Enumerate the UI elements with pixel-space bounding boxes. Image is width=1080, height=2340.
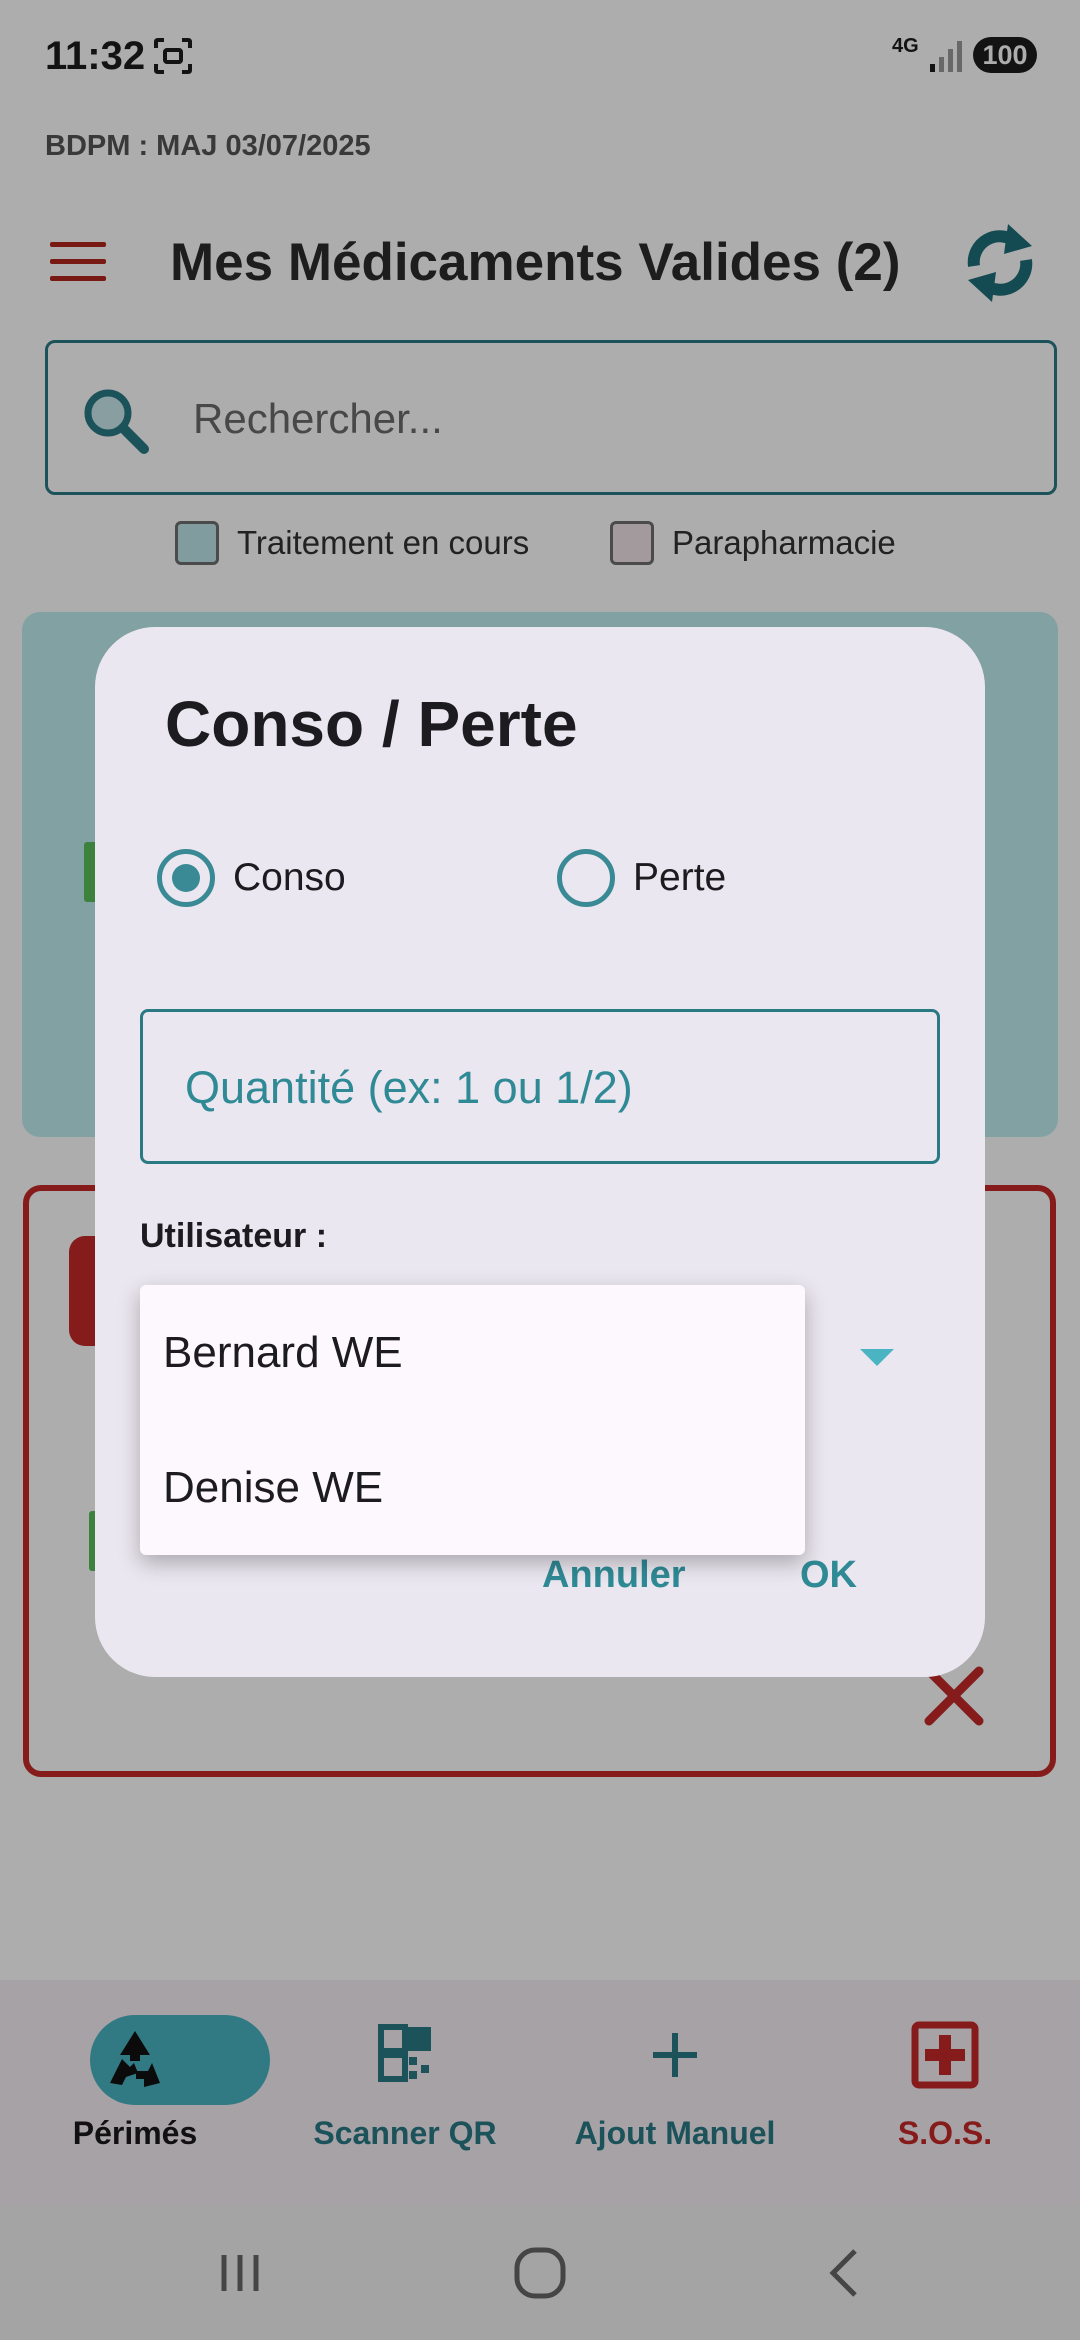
ok-button[interactable]: OK bbox=[800, 1554, 857, 1614]
radio-conso-button[interactable] bbox=[157, 849, 215, 907]
cancel-button[interactable]: Annuler bbox=[542, 1554, 686, 1614]
radio-perte-button[interactable] bbox=[557, 849, 615, 907]
radio-perte-label: Perte bbox=[633, 856, 727, 899]
radio-perte[interactable]: Perte bbox=[557, 847, 726, 909]
quantity-placeholder: Quantité (ex: 1 ou 1/2) bbox=[185, 1062, 633, 1113]
user-dropdown-menu: Bernard WE Denise WE bbox=[140, 1285, 805, 1555]
dropdown-item-user[interactable]: Bernard WE bbox=[140, 1285, 805, 1420]
user-label: Utilisateur : bbox=[140, 1217, 328, 1255]
chevron-down-icon[interactable] bbox=[860, 1349, 894, 1366]
radio-conso-label: Conso bbox=[233, 856, 346, 899]
dropdown-item-user[interactable]: Denise WE bbox=[140, 1420, 805, 1555]
dialog-title: Conso / Perte bbox=[165, 688, 578, 760]
quantity-input[interactable]: Quantité (ex: 1 ou 1/2) bbox=[140, 1009, 940, 1164]
radio-conso[interactable]: Conso bbox=[157, 847, 346, 909]
